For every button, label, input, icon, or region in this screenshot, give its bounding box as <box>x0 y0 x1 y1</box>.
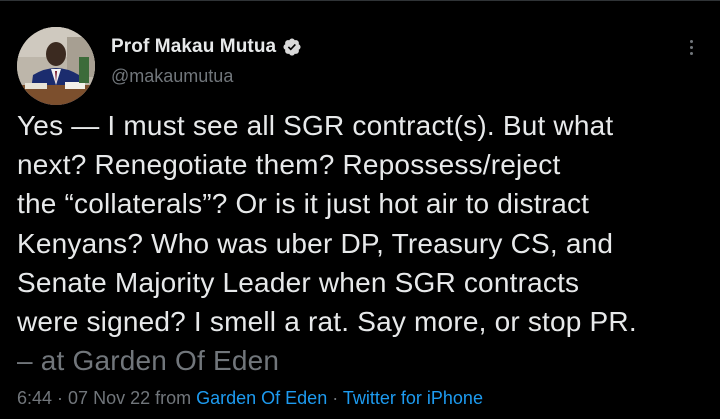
verified-badge-icon <box>282 37 302 57</box>
author-handle[interactable]: @makaumutua <box>111 66 233 87</box>
tweet-line: next? Renegotiate them? Repossess/reject <box>17 149 561 181</box>
avatar[interactable] <box>17 27 95 105</box>
tweet-date[interactable]: 07 Nov 22 <box>68 388 150 408</box>
tweet-text: Yes — I must see all SGR contract(s). Bu… <box>17 106 712 380</box>
more-vertical-icon[interactable] <box>681 36 701 58</box>
tweet: Prof Makau Mutua @makaumutua Yes — I mus… <box>0 0 720 419</box>
tweet-line: Yes — I must see all SGR contract(s). Bu… <box>17 110 614 141</box>
tweet-line: Kenyans? Who was uber DP, Treasury CS, a… <box>17 227 614 259</box>
profile-photo <box>17 27 95 105</box>
tweet-location-line[interactable]: – at Garden Of Eden <box>17 341 712 380</box>
client-link[interactable]: Twitter for iPhone <box>343 388 483 408</box>
author-name-row: Prof Makau Mutua <box>111 35 302 59</box>
tweet-time[interactable]: 6:44 <box>17 388 52 408</box>
tweet-metadata: 6:44 · 07 Nov 22 from Garden Of Eden · T… <box>17 388 483 409</box>
dot <box>689 45 693 49</box>
separator: · <box>327 388 343 408</box>
location-link[interactable]: Garden Of Eden <box>196 388 327 408</box>
author-display-name[interactable]: Prof Makau Mutua <box>111 36 276 58</box>
separator: · <box>52 388 69 408</box>
tweet-line: the “collaterals”? Or is it just hot air… <box>17 188 590 220</box>
tweet-line: were signed? I smell a rat. Say more, or… <box>17 306 637 338</box>
dot <box>689 39 693 43</box>
from-label: from <box>150 388 197 408</box>
dot <box>689 51 693 55</box>
tweet-line: Senate Majority Leader when SGR contract… <box>17 266 580 298</box>
